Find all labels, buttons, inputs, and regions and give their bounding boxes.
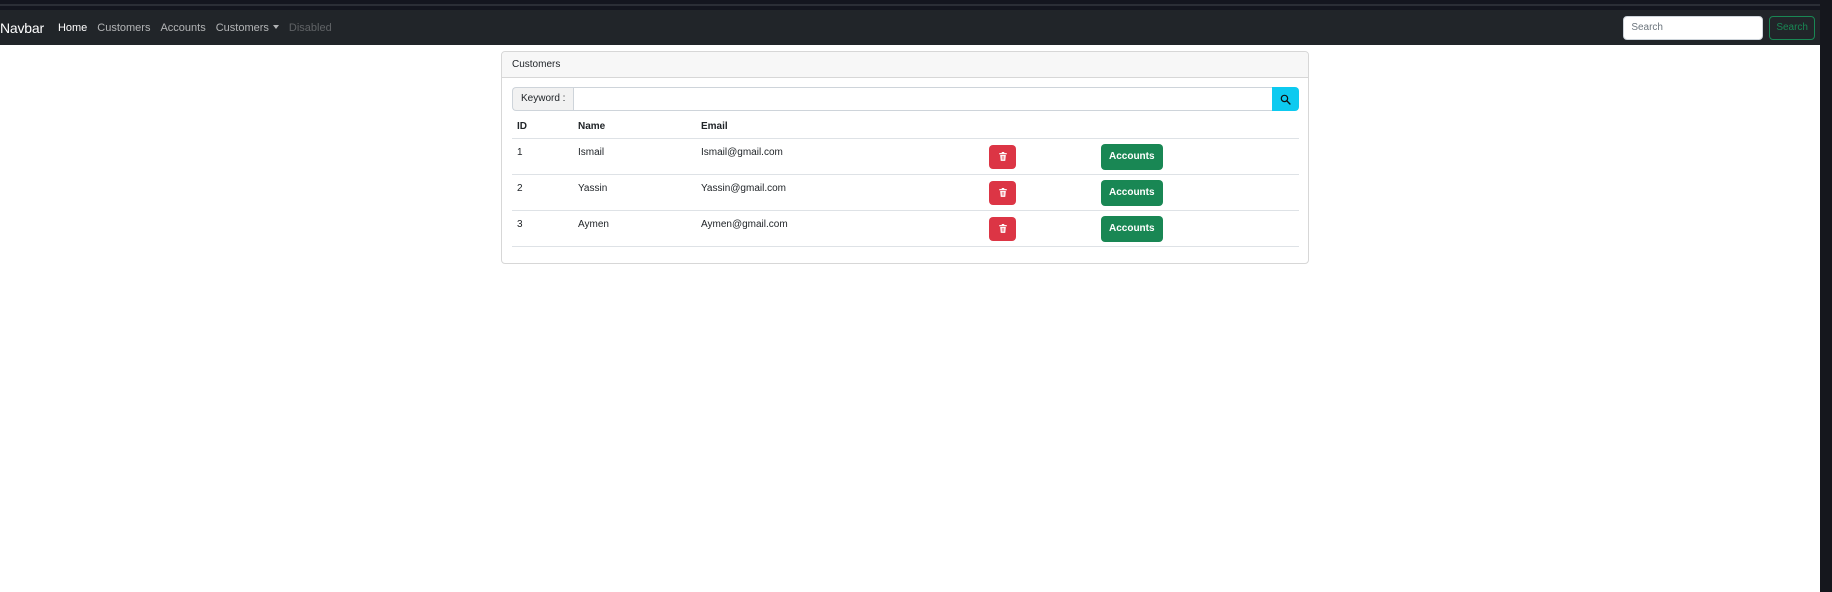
- accounts-button[interactable]: Accounts: [1101, 179, 1163, 206]
- keyword-input[interactable]: [573, 87, 1272, 111]
- delete-button[interactable]: [989, 180, 1016, 205]
- table-row: 2 Yassin Yassin@gmail.com Accounts: [512, 174, 1299, 211]
- cell-id: 2: [512, 174, 573, 211]
- cell-delete: [984, 138, 1096, 175]
- nav-link-disabled: Disabled: [288, 21, 332, 34]
- cell-id-text: 1: [517, 147, 523, 158]
- card-body: Keyword : ID Name Email 1 Ismail Ismail@…: [502, 78, 1308, 247]
- cell-delete: [984, 210, 1096, 247]
- cell-name-text: Yassin: [578, 183, 608, 194]
- keyword-search-button[interactable]: [1272, 87, 1299, 111]
- table-header-row: ID Name Email: [512, 114, 1299, 139]
- cell-name-text: Ismail: [578, 147, 605, 158]
- cell-email: Yassin@gmail.com: [696, 174, 984, 211]
- cell-accounts: Accounts: [1096, 138, 1299, 175]
- table-row: 1 Ismail Ismail@gmail.com Accounts: [512, 138, 1299, 175]
- column-header-delete: [984, 114, 1096, 139]
- trash-icon: [998, 224, 1007, 233]
- cell-id: 3: [512, 210, 573, 247]
- cell-name: Yassin: [573, 174, 696, 211]
- cell-accounts: Accounts: [1096, 174, 1299, 211]
- window-top-strip: [0, 0, 1832, 10]
- table-row: 3 Aymen Aymen@gmail.com Accounts: [512, 210, 1299, 247]
- cell-email-text: Ismail@gmail.com: [701, 147, 783, 158]
- navbar-search-form: Search: [1623, 15, 1815, 40]
- navbar: Navbar Home Customers Accounts Customers…: [0, 10, 1820, 45]
- nav-link-accounts[interactable]: Accounts: [160, 22, 205, 34]
- keyword-label: Keyword :: [512, 87, 574, 111]
- accounts-button[interactable]: Accounts: [1101, 215, 1163, 242]
- cell-id-text: 2: [517, 183, 523, 194]
- column-header-name: Name: [578, 120, 606, 132]
- cell-id-text: 3: [517, 219, 523, 230]
- accounts-button[interactable]: Accounts: [1101, 143, 1163, 170]
- cell-name-text: Aymen: [578, 219, 609, 230]
- nav-link-customers[interactable]: Customers: [97, 22, 150, 34]
- cell-id: 1: [512, 138, 573, 175]
- navbar-search-button[interactable]: Search: [1769, 15, 1815, 40]
- customers-card: Customers Keyword : ID Name Email 1 Isma…: [501, 51, 1309, 264]
- nav-dropdown-label: Customers: [215, 21, 269, 34]
- card-header: Customers: [502, 52, 1308, 78]
- window-right-edge: [1820, 0, 1832, 592]
- cell-delete: [984, 174, 1096, 211]
- cell-name: Ismail: [573, 138, 696, 175]
- customers-table: ID Name Email 1 Ismail Ismail@gmail.com: [512, 114, 1299, 247]
- navbar-brand[interactable]: Navbar: [0, 20, 44, 36]
- trash-icon: [998, 152, 1007, 161]
- trash-icon: [998, 188, 1007, 197]
- column-header-email: Email: [701, 120, 728, 132]
- delete-button[interactable]: [989, 216, 1016, 241]
- delete-button[interactable]: [989, 144, 1016, 169]
- navbar-search-input[interactable]: [1623, 15, 1764, 40]
- cell-email: Aymen@gmail.com: [696, 210, 984, 247]
- cell-name: Aymen: [573, 210, 696, 247]
- cell-email: Ismail@gmail.com: [696, 138, 984, 175]
- column-header-id: ID: [517, 120, 527, 132]
- nav-link-home[interactable]: Home: [58, 22, 87, 34]
- search-icon: [1280, 94, 1291, 105]
- cell-email-text: Aymen@gmail.com: [701, 219, 788, 230]
- keyword-search-group: Keyword :: [512, 87, 1299, 111]
- cell-email-text: Yassin@gmail.com: [701, 183, 786, 194]
- cell-accounts: Accounts: [1096, 210, 1299, 247]
- column-header-accounts: [1096, 114, 1299, 139]
- nav-dropdown-customers[interactable]: Customers: [216, 22, 279, 34]
- caret-down-icon: [272, 24, 279, 29]
